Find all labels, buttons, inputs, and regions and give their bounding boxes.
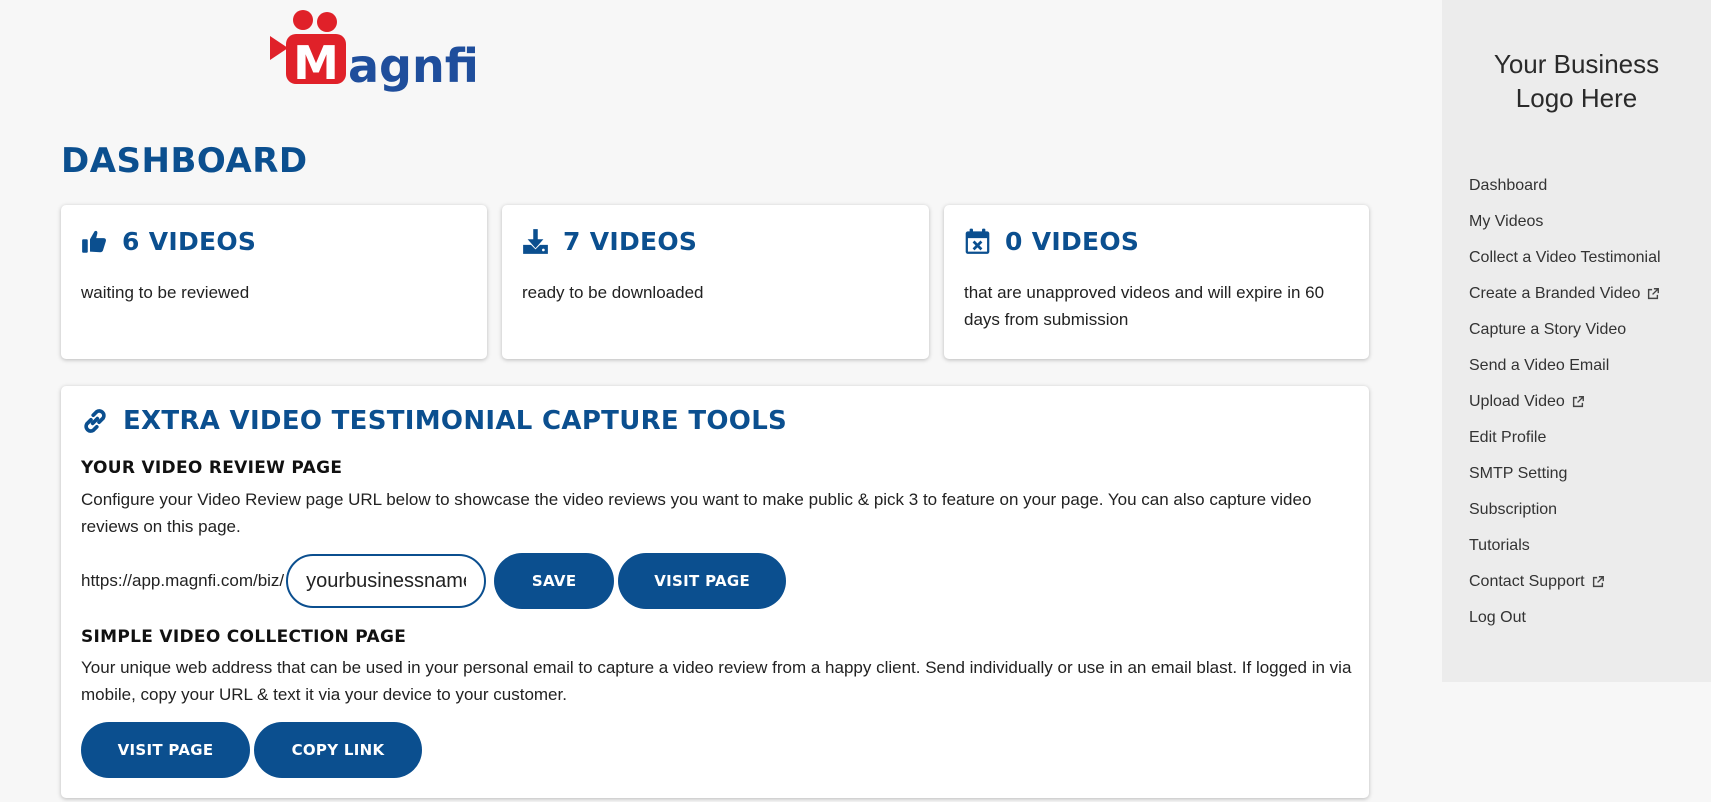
magnfi-logo-graphic: M agnfi [270, 10, 479, 93]
sidebar-item-label: Dashboard [1469, 177, 1548, 194]
external-link-icon [1572, 396, 1584, 408]
sidebar-item-label: Collect a Video Testimonial [1469, 249, 1661, 266]
sidebar-item-label: SMTP Setting [1469, 465, 1568, 482]
url-prefix: https://app.magnfi.com/biz/ [81, 571, 285, 590]
stat-card-downloadable[interactable]: 7 VIDEOS ready to be downloaded [502, 205, 929, 359]
stat-card-reviewed[interactable]: 6 VIDEOS waiting to be reviewed [61, 205, 487, 359]
sidebar-item-dashboard[interactable]: Dashboard [1469, 168, 1661, 204]
sidebar-item-smtp-setting[interactable]: SMTP Setting [1469, 456, 1661, 492]
review-page-description: Configure your Video Review page URL bel… [81, 490, 1312, 536]
sidebar-item-tutorials[interactable]: Tutorials [1469, 528, 1661, 564]
visit-review-page-button[interactable]: VISIT PAGE [618, 553, 787, 609]
sidebar-item-label: My Videos [1469, 213, 1544, 230]
sidebar-item-label: Upload Video [1469, 393, 1565, 410]
stat-card-header: 6 VIDEOS [81, 227, 256, 256]
visit-collection-page-button[interactable]: VISIT PAGE [81, 722, 250, 778]
stat-card-header: 0 VIDEOS [964, 227, 1139, 256]
sidebar-nav: Dashboard My Videos Collect a Video Test… [1469, 168, 1661, 636]
sidebar-item-subscription[interactable]: Subscription [1469, 492, 1661, 528]
sidebar-item-label: Tutorials [1469, 537, 1530, 554]
review-url-row: https://app.magnfi.com/biz/ SAVE VISIT P… [81, 553, 787, 609]
stat-card-expiring[interactable]: 0 VIDEOS that are unapproved videos and … [944, 205, 1369, 359]
save-button[interactable]: SAVE [494, 553, 615, 609]
stat-value: 7 VIDEOS [563, 227, 698, 256]
review-page-title: YOUR VIDEO REVIEW PAGE [81, 458, 343, 478]
sidebar-item-label: Log Out [1469, 609, 1526, 626]
collection-page-title: SIMPLE VIDEO COLLECTION PAGE [81, 627, 407, 647]
sidebar-item-label: Send a Video Email [1469, 357, 1610, 374]
sidebar-item-label: Capture a Story Video [1469, 321, 1627, 338]
stat-card-header: 7 VIDEOS [522, 227, 697, 256]
calendar-x-icon [965, 228, 990, 254]
business-logo-placeholder: Your Business Logo Here [1442, 47, 1711, 115]
external-link-icon [1592, 576, 1604, 588]
business-slug-input[interactable] [286, 554, 487, 608]
sidebar-item-label: Contact Support [1469, 573, 1585, 590]
sidebar-item-story-video[interactable]: Capture a Story Video [1469, 312, 1661, 348]
sidebar-item-branded-video[interactable]: Create a Branded Video [1469, 276, 1661, 312]
download-icon [523, 229, 548, 254]
stat-value: 6 VIDEOS [122, 227, 257, 256]
svg-text:agnfi: agnfi [348, 39, 479, 92]
page-title: DASHBOARD [61, 141, 308, 181]
sidebar: Your Business Logo Here Dashboard My Vid… [1442, 0, 1711, 682]
copy-link-button[interactable]: COPY LINK [254, 722, 422, 778]
sidebar-item-label: Create a Branded Video [1469, 285, 1641, 302]
thumbs-up-icon [82, 230, 106, 253]
collection-page-description: Your unique web address that can be used… [81, 658, 1352, 704]
magnfi-logo[interactable]: M agnfi [268, 6, 490, 93]
sidebar-item-edit-profile[interactable]: Edit Profile [1469, 420, 1661, 456]
stat-description: waiting to be reviewed [81, 283, 250, 302]
stat-description: that are unapproved videos and will expi… [964, 283, 1325, 329]
sidebar-item-my-videos[interactable]: My Videos [1469, 204, 1661, 240]
sidebar-item-label: Edit Profile [1469, 429, 1547, 446]
logo-placeholder-line: Logo Here [1515, 83, 1638, 113]
external-link-icon [1648, 288, 1660, 300]
stat-value: 0 VIDEOS [1005, 227, 1140, 256]
collection-page-actions: VISIT PAGE COPY LINK [81, 722, 422, 778]
stat-description: ready to be downloaded [522, 283, 704, 302]
sidebar-item-collect-testimonial[interactable]: Collect a Video Testimonial [1469, 240, 1661, 276]
svg-text:M: M [293, 36, 339, 90]
capture-tools-header: EXTRA VIDEO TESTIMONIAL CAPTURE TOOLS [81, 406, 787, 436]
sidebar-item-video-email[interactable]: Send a Video Email [1469, 348, 1661, 384]
logo-placeholder-line: Your Business [1493, 49, 1660, 79]
sidebar-item-contact-support[interactable]: Contact Support [1469, 564, 1661, 600]
capture-tools-title: EXTRA VIDEO TESTIMONIAL CAPTURE TOOLS [123, 406, 788, 436]
sidebar-item-log-out[interactable]: Log Out [1469, 600, 1661, 636]
capture-tools-card: EXTRA VIDEO TESTIMONIAL CAPTURE TOOLS YO… [61, 386, 1369, 798]
sidebar-item-label: Subscription [1469, 501, 1558, 518]
sidebar-item-upload-video[interactable]: Upload Video [1469, 384, 1661, 420]
link-icon [84, 409, 106, 433]
